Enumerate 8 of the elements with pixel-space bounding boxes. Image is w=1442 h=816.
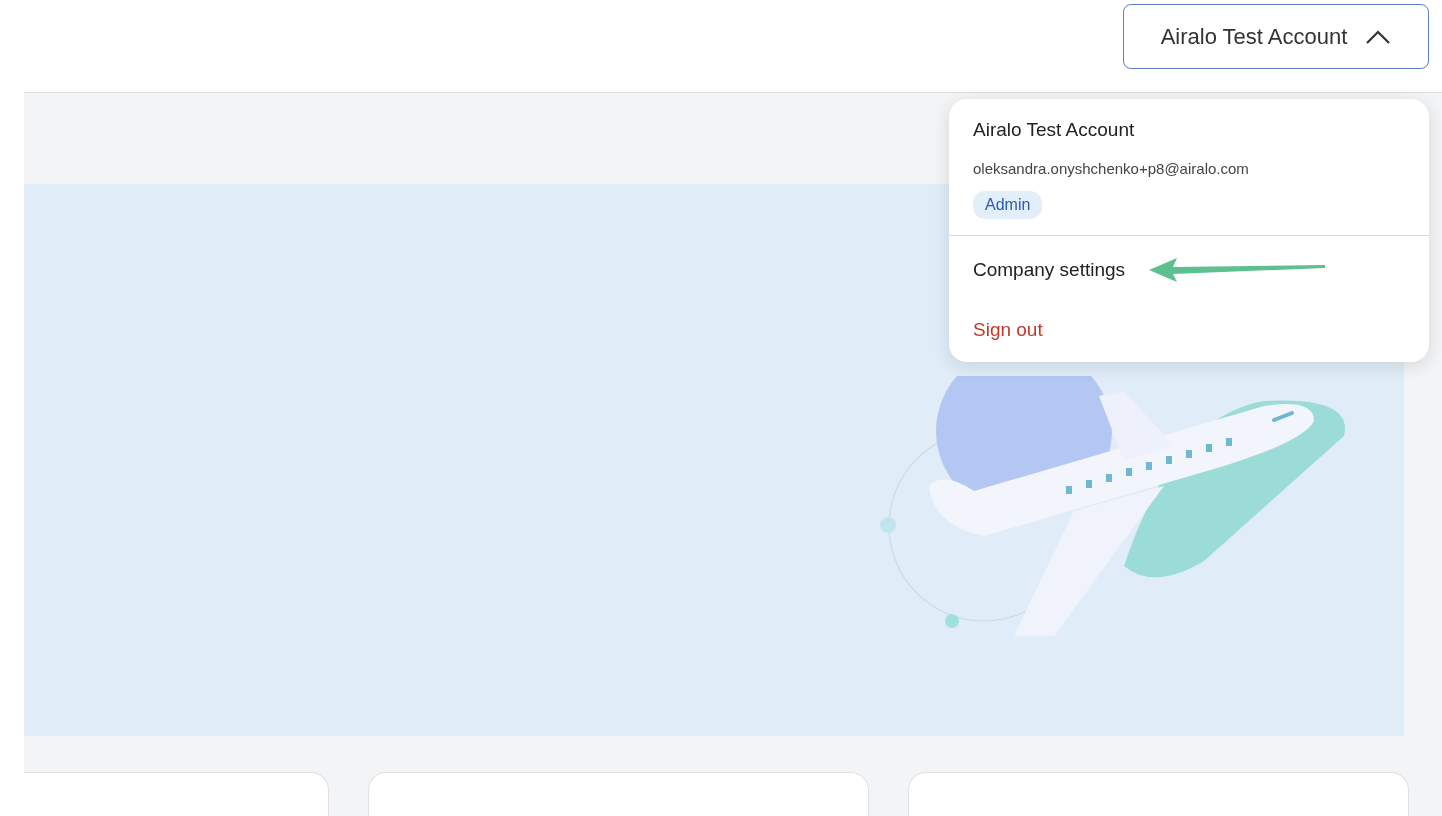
arrow-annotation-icon: [1147, 257, 1328, 283]
sign-out-link[interactable]: Sign out: [973, 319, 1043, 341]
menu-item[interactable]: Company settings: [973, 259, 1126, 281]
account-name: Airalo Test Account: [973, 119, 1135, 141]
role-badge: Admin: [973, 191, 1043, 219]
account-menu-button[interactable]: Airalo Test Account: [1123, 4, 1429, 69]
caret-icon: [1365, 28, 1392, 45]
account-email: oleksandra.onyshchenko+p8@airalo.com: [973, 160, 1249, 177]
